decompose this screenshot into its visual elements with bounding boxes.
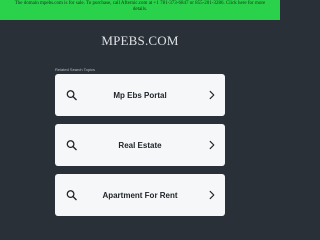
related-search-item-label: Apartment For Rent [102,190,178,200]
chevron-right-icon [209,190,215,200]
chevron-right-icon [209,140,215,150]
chevron-right-icon [209,90,215,100]
sale-notice-text-cont[interactable]: details. [10,7,270,13]
related-search-item-label: Real Estate [118,140,162,150]
site-title: MPEBS.COM [101,33,179,48]
related-search-item-label: Mp Ebs Portal [113,90,167,100]
search-icon [66,90,77,101]
related-search-item[interactable]: Apartment For Rent [55,174,225,216]
related-search-item[interactable]: Real Estate [55,124,225,166]
related-search-label: Related Search Topics [55,67,95,72]
sale-notice-banner[interactable]: The domain mpebs.com is for sale. To pur… [0,0,280,20]
search-icon [66,140,77,151]
related-search-list: Mp Ebs Portal Real Estate Apartment For … [55,74,225,224]
related-search-item[interactable]: Mp Ebs Portal [55,74,225,116]
search-icon [66,190,77,201]
